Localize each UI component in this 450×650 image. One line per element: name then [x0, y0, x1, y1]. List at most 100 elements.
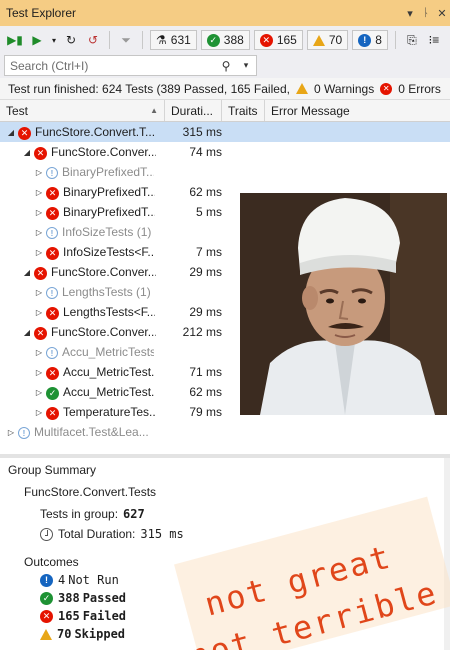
- test-duration: 74 ms: [189, 145, 222, 159]
- expand-arrow-icon[interactable]: ▷: [34, 388, 44, 397]
- repeat-last-run-icon[interactable]: ↻: [62, 31, 80, 49]
- expand-arrow-icon[interactable]: ▷: [34, 308, 44, 317]
- column-headers: Test ▲ Durati... Traits Error Message: [0, 100, 450, 122]
- expand-arrow-icon[interactable]: ▷: [34, 188, 44, 197]
- expand-arrow-icon[interactable]: ▷: [34, 248, 44, 257]
- expand-arrow-icon[interactable]: ▷: [34, 208, 44, 217]
- passed-icon: ✓: [40, 591, 53, 605]
- test-duration: 62 ms: [189, 385, 222, 399]
- tree-row[interactable]: ▷! Multifacet.Test&Lea...: [0, 422, 450, 442]
- column-header-duration[interactable]: Durati...: [165, 100, 222, 121]
- failed-icon: ✕: [34, 145, 47, 160]
- total-tests-count[interactable]: ⚗ 631: [150, 30, 197, 50]
- search-input[interactable]: Search (Ctrl+I) ⚲ ▾: [4, 55, 257, 76]
- errors-text: 0 Errors: [398, 81, 441, 96]
- expand-arrow-icon[interactable]: ▷: [34, 288, 44, 297]
- search-row: Search (Ctrl+I) ⚲ ▾: [0, 54, 450, 78]
- toolbar-separator: [109, 31, 110, 49]
- tree-row[interactable]: ◢ ✕ FuncStore.Conver... 74 ms: [0, 142, 450, 162]
- error-icon: ✕: [380, 82, 393, 95]
- test-duration: 62 ms: [189, 185, 222, 199]
- toolbar-separator: [142, 31, 143, 49]
- outcome-failed[interactable]: ✕ 165 Failed: [40, 609, 126, 623]
- group-by-icon[interactable]: ⁝≡: [425, 31, 443, 49]
- toolbar: ▶▮ ▶ ▾ ↻ ↺ ⏷ ⚗ 631 ✓ 388 ✕ 165 70 ! 8 ⎘ …: [0, 26, 450, 54]
- test-name: LengthsTests (1): [62, 285, 151, 299]
- collapse-arrow-icon[interactable]: ◢: [22, 148, 32, 157]
- test-duration: 5 ms: [195, 205, 222, 219]
- test-name: BinaryPrefixedT...: [63, 185, 155, 199]
- test-name: Accu_MetricTests: [62, 345, 154, 359]
- test-name: TemperatureTes...: [63, 405, 155, 419]
- test-name: FuncStore.Conver...: [51, 325, 156, 339]
- test-duration: 29 ms: [189, 305, 222, 319]
- total-duration-line: Total Duration: 315 ms: [40, 527, 184, 541]
- group-summary-header: Group Summary: [8, 463, 97, 477]
- test-duration: 79 ms: [189, 405, 222, 419]
- collapse-arrow-icon[interactable]: ◢: [22, 328, 32, 337]
- expand-arrow-icon[interactable]: ▷: [34, 228, 44, 237]
- expand-arrow-icon[interactable]: ▷: [34, 368, 44, 377]
- not-run-icon: !: [46, 285, 58, 300]
- test-name: BinaryPrefixedT...: [63, 205, 155, 219]
- clock-icon: [40, 527, 53, 541]
- outcome-not-run[interactable]: ! 4 Not Run: [40, 573, 119, 587]
- run-all-icon[interactable]: ▶▮: [6, 31, 24, 49]
- tree-row[interactable]: ▷! BinaryPrefixedT...: [0, 162, 450, 182]
- failed-icon: ✕: [18, 125, 31, 140]
- column-header-traits[interactable]: Traits: [222, 100, 265, 121]
- expand-arrow-icon[interactable]: ▷: [34, 168, 44, 177]
- group-name: FuncStore.Convert.Tests: [24, 485, 157, 499]
- run-dropdown-icon[interactable]: ▾: [50, 31, 58, 49]
- filter-icon[interactable]: ⏷: [117, 31, 135, 49]
- warning-tests-count[interactable]: 70: [306, 30, 349, 50]
- failed-icon: ✕: [46, 185, 59, 200]
- notrun-tests-count[interactable]: ! 8: [352, 30, 388, 50]
- not-run-icon: !: [18, 425, 30, 440]
- pin-icon[interactable]: ᚿ: [418, 7, 434, 19]
- window-title: Test Explorer: [6, 6, 77, 20]
- search-options-icon[interactable]: ▾: [236, 60, 256, 71]
- collapse-arrow-icon[interactable]: ◢: [22, 268, 32, 277]
- tests-in-group-line: Tests in group: 627: [40, 507, 145, 521]
- test-duration: 7 ms: [195, 245, 222, 259]
- outcome-passed[interactable]: ✓ 388 Passed: [40, 591, 126, 605]
- playlist-icon[interactable]: ⎘: [403, 31, 421, 49]
- expand-arrow-icon[interactable]: ▷: [6, 428, 16, 437]
- dropdown-icon[interactable]: ▾: [402, 7, 418, 20]
- failed-icon: ✕: [34, 325, 47, 340]
- failed-icon: ✕: [46, 205, 59, 220]
- search-icon[interactable]: ⚲: [216, 59, 236, 73]
- test-duration: 212 ms: [182, 325, 222, 339]
- column-header-error-message[interactable]: Error Message: [265, 100, 450, 121]
- toolbar-separator: [394, 31, 396, 49]
- expand-arrow-icon[interactable]: ▷: [34, 348, 44, 357]
- test-name: Accu_MetricTest...: [63, 365, 155, 379]
- test-name: Multifacet.Test&Lea...: [34, 425, 149, 439]
- run-icon[interactable]: ▶: [28, 31, 46, 49]
- close-icon[interactable]: ✕: [434, 7, 450, 20]
- passed-tests-count[interactable]: ✓ 388: [200, 30, 250, 50]
- test-name: Accu_MetricTest...: [63, 385, 155, 399]
- tree-row[interactable]: ◢ ✕ FuncStore.Convert.T... 315 ms: [0, 122, 450, 142]
- column-header-test[interactable]: Test ▲: [0, 100, 165, 121]
- run-failed-icon[interactable]: ↺: [84, 31, 102, 49]
- passed-icon: ✓: [206, 33, 220, 47]
- failed-icon: ✕: [259, 33, 273, 47]
- test-name: InfoSizeTests (1): [62, 225, 152, 239]
- test-name: FuncStore.Conver...: [51, 265, 156, 279]
- info-icon: !: [40, 573, 53, 587]
- collapse-arrow-icon[interactable]: ◢: [6, 128, 16, 137]
- expand-arrow-icon[interactable]: ▷: [34, 408, 44, 417]
- not-run-icon: !: [46, 165, 58, 180]
- failed-tests-count[interactable]: ✕ 165: [253, 30, 303, 50]
- not-run-icon: !: [46, 345, 58, 360]
- flask-icon: ⚗: [156, 33, 167, 47]
- total-duration-value: 315 ms: [140, 527, 184, 541]
- test-duration: 315 ms: [182, 125, 222, 139]
- failed-icon: ✕: [46, 305, 59, 320]
- failed-icon: ✕: [40, 609, 53, 623]
- warning-icon: [295, 83, 308, 94]
- summary-scrollbar[interactable]: [444, 458, 450, 650]
- outcome-skipped[interactable]: 70 Skipped: [40, 627, 125, 641]
